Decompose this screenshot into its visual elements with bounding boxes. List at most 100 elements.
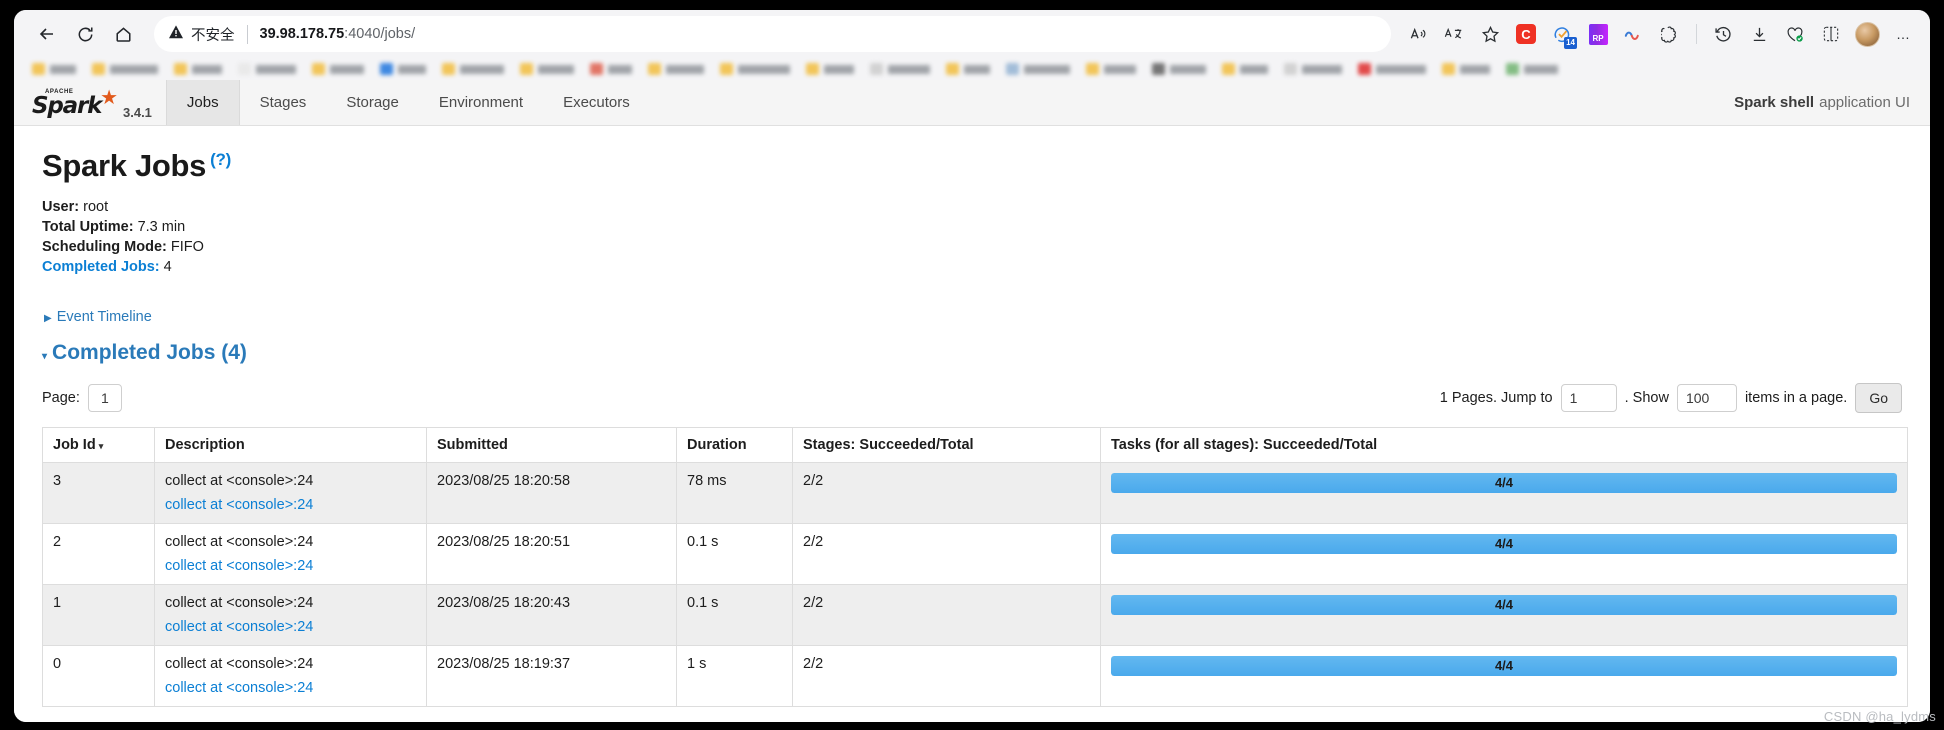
spark-brand[interactable]: APACHE Spark ★ 3.4.1: [14, 80, 166, 125]
extension-c-icon[interactable]: C: [1509, 17, 1543, 51]
history-icon[interactable]: [1706, 17, 1740, 51]
bookmarks-bar[interactable]: [14, 58, 1930, 80]
bookmark-item[interactable]: [590, 63, 632, 75]
bookmark-item[interactable]: [380, 63, 426, 75]
cell-stages: 2/2: [792, 583, 1101, 646]
job-summary-list: User: root Total Uptime: 7.3 min Schedul…: [42, 198, 1908, 277]
translate-icon[interactable]: [1437, 17, 1471, 51]
column-label: Job Id: [53, 436, 96, 453]
page-number-input[interactable]: 1: [87, 383, 122, 412]
bookmark-item[interactable]: [946, 63, 990, 75]
tab-jobs[interactable]: Jobs: [165, 80, 240, 125]
bookmark-item[interactable]: [1006, 63, 1070, 75]
help-icon[interactable]: (?): [210, 150, 231, 169]
column-header-description[interactable]: Description: [154, 426, 427, 463]
extension-puzzle-icon[interactable]: [1653, 17, 1687, 51]
tab-storage[interactable]: Storage: [326, 80, 419, 125]
spark-star-icon: ★: [100, 86, 118, 109]
cell-description: collect at <console>:24 collect at <cons…: [154, 644, 427, 707]
summary-item-user: User: root: [42, 198, 1908, 216]
column-header-job-id[interactable]: Job Id ▾: [42, 426, 155, 463]
watermark: CSDN @ha_lydms: [1823, 709, 1936, 724]
bookmark-item[interactable]: [238, 63, 296, 75]
go-button[interactable]: Go: [1855, 382, 1902, 413]
jump-to-input[interactable]: 1: [1560, 383, 1617, 412]
bookmark-item[interactable]: [1086, 63, 1136, 75]
bookmark-item[interactable]: [1358, 63, 1426, 75]
description-link[interactable]: collect at <console>:24: [165, 680, 416, 696]
bookmark-item[interactable]: [806, 63, 854, 75]
pagination-page-group: Page: 1: [42, 383, 122, 412]
table-header: Job Id ▾ Description Submitted Duration S…: [42, 426, 1908, 463]
table-header-row: Job Id ▾ Description Submitted Duration S…: [42, 426, 1908, 463]
cell-submitted: 2023/08/25 18:20:43: [426, 583, 677, 646]
bookmark-item[interactable]: [442, 63, 504, 75]
description-link[interactable]: collect at <console>:24: [165, 497, 416, 513]
collections-icon[interactable]: [1778, 17, 1812, 51]
column-header-stages[interactable]: Stages: Succeeded/Total: [792, 426, 1101, 463]
not-secure-warning-icon: [168, 24, 184, 45]
cell-tasks: 4/4: [1100, 583, 1908, 646]
bookmark-item[interactable]: [720, 63, 790, 75]
cell-tasks: 4/4: [1100, 644, 1908, 707]
spark-logo-icon: APACHE Spark ★: [32, 86, 118, 119]
profile-avatar[interactable]: [1850, 17, 1884, 51]
favorite-star-icon[interactable]: [1473, 17, 1507, 51]
cell-tasks: 4/4: [1100, 522, 1908, 585]
table-row: 1 collect at <console>:24 collect at <co…: [42, 583, 1908, 646]
bookmark-item[interactable]: [32, 63, 76, 75]
bookmark-item[interactable]: [870, 63, 930, 75]
tasks-progress-label: 4/4: [1494, 596, 1514, 612]
items-in-page-label: items in a page.: [1744, 389, 1848, 406]
url-text: 39.98.178.75:4040/jobs/: [260, 26, 416, 42]
bookmark-item[interactable]: [312, 63, 364, 75]
items-per-page-input[interactable]: 100: [1676, 383, 1737, 412]
bookmark-item[interactable]: [1152, 63, 1206, 75]
back-button[interactable]: [28, 15, 66, 53]
extension-calendar-icon[interactable]: 14: [1545, 17, 1579, 51]
calendar-badge: 14: [1564, 37, 1577, 49]
summary-item-scheduling-mode: Scheduling Mode: FIFO: [42, 238, 1908, 256]
settings-more-icon[interactable]: …: [1886, 17, 1920, 51]
column-header-tasks[interactable]: Tasks (for all stages): Succeeded/Total: [1100, 426, 1908, 463]
home-button[interactable]: [104, 15, 142, 53]
bookmark-item[interactable]: [1222, 63, 1268, 75]
description-text: collect at <console>:24: [165, 655, 314, 672]
summary-item-completed-jobs[interactable]: Completed Jobs: 4: [42, 258, 1908, 276]
spark-version-label: 3.4.1: [123, 105, 152, 120]
column-header-duration[interactable]: Duration: [676, 426, 793, 463]
cell-description: collect at <console>:24 collect at <cons…: [154, 583, 427, 646]
application-name-suffix: application UI: [1819, 94, 1910, 111]
bookmark-item[interactable]: [174, 63, 222, 75]
description-link[interactable]: collect at <console>:24: [165, 619, 416, 635]
column-header-submitted[interactable]: Submitted: [426, 426, 677, 463]
bookmark-item[interactable]: [92, 63, 158, 75]
read-aloud-icon[interactable]: [1401, 17, 1435, 51]
summary-label[interactable]: Completed Jobs:: [42, 259, 160, 275]
completed-jobs-heading[interactable]: ▾ Completed Jobs (4): [42, 341, 1908, 365]
extension-swirl-icon[interactable]: [1617, 17, 1651, 51]
address-bar[interactable]: 不安全 39.98.178.75:4040/jobs/: [154, 16, 1391, 52]
extension-rp-icon[interactable]: RP: [1581, 17, 1615, 51]
downloads-icon[interactable]: [1742, 17, 1776, 51]
bookmark-item[interactable]: [1506, 63, 1558, 75]
bookmark-item[interactable]: [1442, 63, 1490, 75]
bookmark-item[interactable]: [648, 63, 704, 75]
tab-environment[interactable]: Environment: [419, 80, 543, 125]
bookmark-item[interactable]: [1284, 63, 1342, 75]
tab-stages[interactable]: Stages: [240, 80, 327, 125]
pagination-top: Page: 1 1 Pages. Jump to 1 . Show 100 it…: [42, 382, 1908, 413]
tab-executors[interactable]: Executors: [543, 80, 650, 125]
application-name-bold: Spark shell: [1734, 94, 1815, 111]
cell-job-id: 2: [42, 522, 155, 585]
cell-job-id: 1: [42, 583, 155, 646]
event-timeline-toggle[interactable]: ▶ Event Timeline: [44, 309, 152, 325]
avatar-image: [1854, 21, 1880, 47]
reload-button[interactable]: [66, 15, 104, 53]
bookmark-item[interactable]: [520, 63, 574, 75]
cell-description: collect at <console>:24 collect at <cons…: [154, 522, 427, 585]
cell-tasks: 4/4: [1100, 461, 1908, 524]
description-link[interactable]: collect at <console>:24: [165, 558, 416, 574]
sort-descending-icon: ▾: [98, 440, 104, 451]
split-screen-icon[interactable]: [1814, 17, 1848, 51]
